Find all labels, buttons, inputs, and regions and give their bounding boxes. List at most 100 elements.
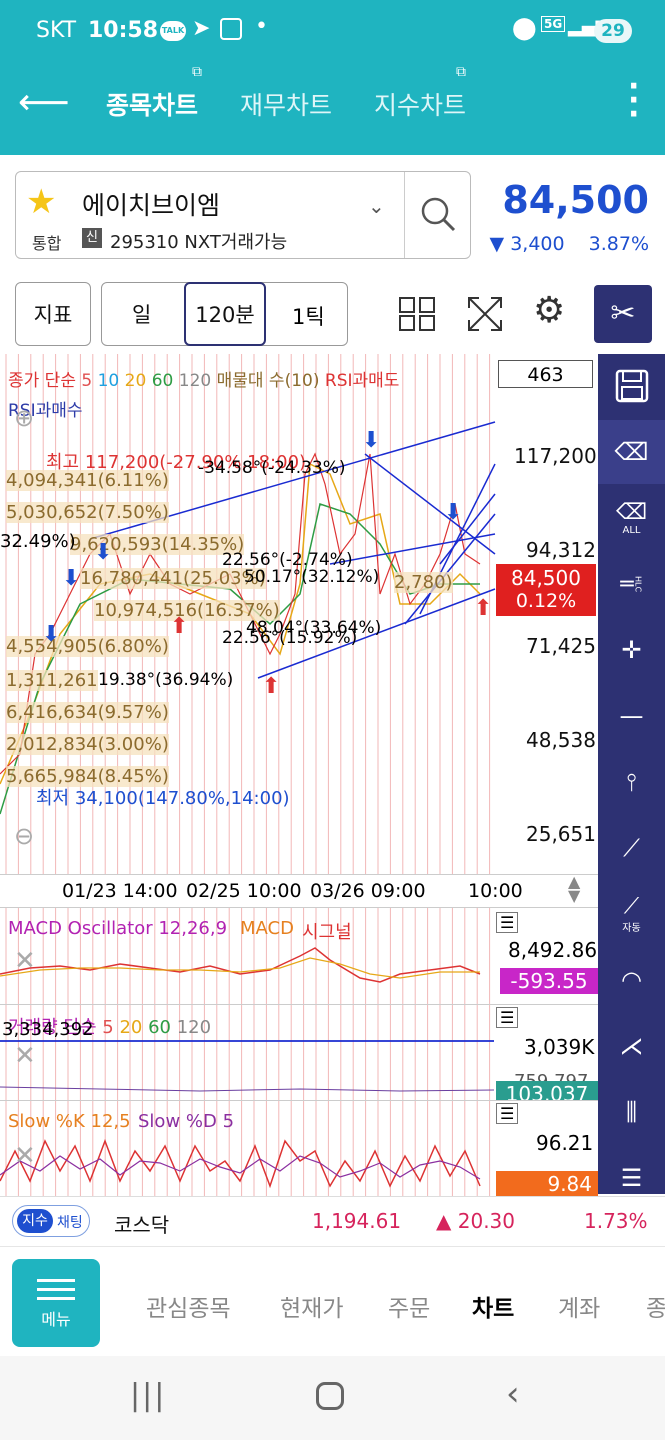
system-navigation: ||| ‹ xyxy=(0,1356,665,1440)
app-bar: ⟵ 종목차트 재무차트 지수차트 ⧉ ⧉ · · · xyxy=(0,62,665,155)
angle-label: 19.38°(36.94%) xyxy=(98,670,234,690)
sell-arrow-icon: ⬇ xyxy=(94,540,113,565)
crosshair-icon[interactable]: ✛ xyxy=(598,618,665,682)
angle-label: 50.17°(32.12%) xyxy=(244,567,380,587)
auto-label: 자동 xyxy=(622,923,641,934)
clock: 10:58 xyxy=(88,18,159,43)
arc-icon[interactable]: ◠ xyxy=(598,948,665,1012)
current-price-tag: 84,500 0.12% xyxy=(496,564,596,616)
chat-badge[interactable]: 채팅 xyxy=(57,1212,83,1232)
buy-arrow-icon: ⬆ xyxy=(170,614,189,639)
recent-apps-icon[interactable]: ||| xyxy=(130,1378,166,1413)
chart-legend: 종가 단순 5 10 20 60 120 매물대 수(10) RSI과매도 xyxy=(8,366,399,391)
y-label: 48,538 xyxy=(526,728,596,752)
nav-watchlist[interactable]: 관심종목 xyxy=(146,1289,231,1323)
stock-selector[interactable]: ★ 에이치브이엠 ⌄ 통합 신 295310 NXT거래가능 xyxy=(15,171,471,259)
volume-panel[interactable]: 거래량 단순 5 20 60 120 3,334,392 ☰ 3,039K 75… xyxy=(0,1004,598,1100)
scroll-updown-icon[interactable]: ▲ ▼ xyxy=(568,874,580,904)
legend-rsi-oversold: RSI과매도 xyxy=(324,371,400,391)
stochastic-panel[interactable]: Slow %K 12,5 Slow %D 5 ☰ 96.21 ✕ 9.84 xyxy=(0,1100,598,1196)
network-icon: 5G xyxy=(541,16,566,32)
y-label: 25,651 xyxy=(526,822,596,846)
stochastic-axis-top: 96.21 xyxy=(536,1131,594,1155)
macd-signal-label: 시그널 xyxy=(302,922,352,943)
expand-icon[interactable] xyxy=(465,294,505,334)
time-axis[interactable]: 01/23 14:00 02/25 10:00 03/26 09:00 10:0… xyxy=(0,874,598,908)
close-indicator-icon[interactable]: ✕ xyxy=(14,946,36,976)
nav-more[interactable]: 종 xyxy=(646,1289,665,1323)
vp-row: 16,780,441(25.03%) xyxy=(80,568,266,589)
y-label: 71,425 xyxy=(526,634,596,658)
drawing-tools-panel: ⌫ ⌫ ALL ═ HLC ✛ — ⫯ ⟋ ⟋ 자동 ◠ ⋌ ⫼ ☰ xyxy=(598,354,665,1194)
divider xyxy=(404,172,405,258)
index-badge[interactable]: 지수 xyxy=(17,1209,53,1233)
vp-right-value: 2,780) xyxy=(394,572,453,593)
horizontal-line-icon[interactable]: — xyxy=(598,684,665,748)
menu-button[interactable]: 메뉴 xyxy=(12,1259,100,1347)
auto-trend-icon[interactable]: ⟋ 자동 xyxy=(598,882,665,946)
panel-menu-icon[interactable]: ☰ xyxy=(496,1103,519,1124)
nav-chart[interactable]: 차트 xyxy=(472,1289,514,1323)
legend-ma10: 10 xyxy=(97,371,120,391)
zoom-in-icon[interactable]: ⊕ xyxy=(14,404,34,432)
price-chart[interactable]: 463 종가 단순 5 10 20 60 120 매물대 수(10) RSI과매… xyxy=(0,354,598,874)
change-amount: ▼ 3,400 xyxy=(489,233,565,255)
search-icon[interactable] xyxy=(418,194,458,234)
index-ticker[interactable]: 지수 채팅 코스닥 1,194.61 ▲ 20.30 1.73% xyxy=(0,1196,665,1246)
panel-menu-icon[interactable]: ☰ xyxy=(496,912,519,933)
status-bar: SKT 10:58 TALK ➤ • ⬤ 5G ▂▄▆ 29 xyxy=(0,0,665,62)
tools-icon[interactable]: ✂ xyxy=(594,285,652,343)
angle-label: -34.58°(-24.33%) xyxy=(198,458,346,478)
eraser-all-icon[interactable]: ⌫ ALL xyxy=(598,486,665,550)
trend-line-icon[interactable]: ⟋ xyxy=(598,816,665,880)
grid-layout-icon[interactable] xyxy=(398,296,436,332)
panel-menu-icon[interactable]: ☰ xyxy=(496,1007,519,1028)
volume-ma5: 5 xyxy=(102,1017,114,1038)
back-arrow-icon[interactable]: ⟵ xyxy=(18,82,70,123)
close-indicator-icon[interactable]: ✕ xyxy=(14,1041,36,1071)
volume-left-value: 3,334,392 xyxy=(2,1019,94,1040)
tab-financial-chart[interactable]: 재무차트 xyxy=(240,86,332,122)
indicator-button[interactable]: 지표 xyxy=(15,282,91,346)
legend-ma5: 5 xyxy=(81,371,93,391)
nav-current-price[interactable]: 현재가 xyxy=(280,1289,343,1323)
index-chat-toggle[interactable]: 지수 채팅 xyxy=(12,1205,90,1237)
tick-button[interactable]: 1틱 xyxy=(292,301,325,331)
save-icon[interactable] xyxy=(598,354,665,418)
chevron-down-icon[interactable]: ⌄ xyxy=(368,194,385,218)
favorite-star-icon[interactable]: ★ xyxy=(26,182,56,222)
legend-ma20: 20 xyxy=(124,371,147,391)
hlc-icon[interactable]: ═ HLC xyxy=(598,552,665,616)
zoom-out-icon[interactable]: ⊖ xyxy=(14,822,34,850)
stock-code: 295310 NXT거래가능 xyxy=(110,232,288,253)
nav-account[interactable]: 계좌 xyxy=(558,1289,600,1323)
day-button[interactable]: 일 xyxy=(132,299,151,329)
x-label: 02/25 10:00 xyxy=(186,880,302,902)
vertical-line-icon[interactable]: ⫯ xyxy=(598,750,665,814)
close-indicator-icon[interactable]: ✕ xyxy=(14,1141,36,1171)
legend-ma120: 120 xyxy=(178,371,212,391)
back-nav-icon[interactable]: ‹ xyxy=(506,1374,520,1414)
tab-index-chart[interactable]: 지수차트 xyxy=(374,86,466,122)
eraser-icon[interactable]: ⌫ xyxy=(598,420,665,484)
x-label: 01/23 14:00 xyxy=(62,880,178,902)
legend-close: 종가 단순 xyxy=(8,371,76,391)
index-change: ▲ 20.30 xyxy=(436,1209,515,1233)
120min-button[interactable]: 120분 xyxy=(184,282,266,346)
y-label: 117,200 xyxy=(514,444,597,468)
macd-title: MACD Oscillator 12,26,9 xyxy=(8,918,228,939)
hlc-label: HLC xyxy=(633,575,643,593)
fan-line-icon[interactable]: ⋌ xyxy=(598,1014,665,1078)
tab-stock-chart[interactable]: 종목차트 xyxy=(106,86,198,122)
talk-icon: TALK xyxy=(160,21,186,41)
vp-row: 4,094,341(6.11%) xyxy=(6,470,169,491)
macd-panel[interactable]: MACD Oscillator 12,26,9 MACD 시그널 ☰ 8,492… xyxy=(0,908,598,1004)
home-icon[interactable] xyxy=(316,1382,344,1410)
index-value: 1,194.61 xyxy=(312,1209,402,1233)
settings-gear-icon[interactable]: ⚙ xyxy=(533,290,565,331)
vp-row: 5,030,652(7.50%) xyxy=(6,502,169,523)
price-change: ▼ 3,400 3.87% xyxy=(490,233,649,255)
cycle-lines-icon[interactable]: ⫼ xyxy=(598,1080,665,1144)
more-icon[interactable]: · · · xyxy=(628,72,639,130)
nav-order[interactable]: 주문 xyxy=(388,1289,430,1323)
